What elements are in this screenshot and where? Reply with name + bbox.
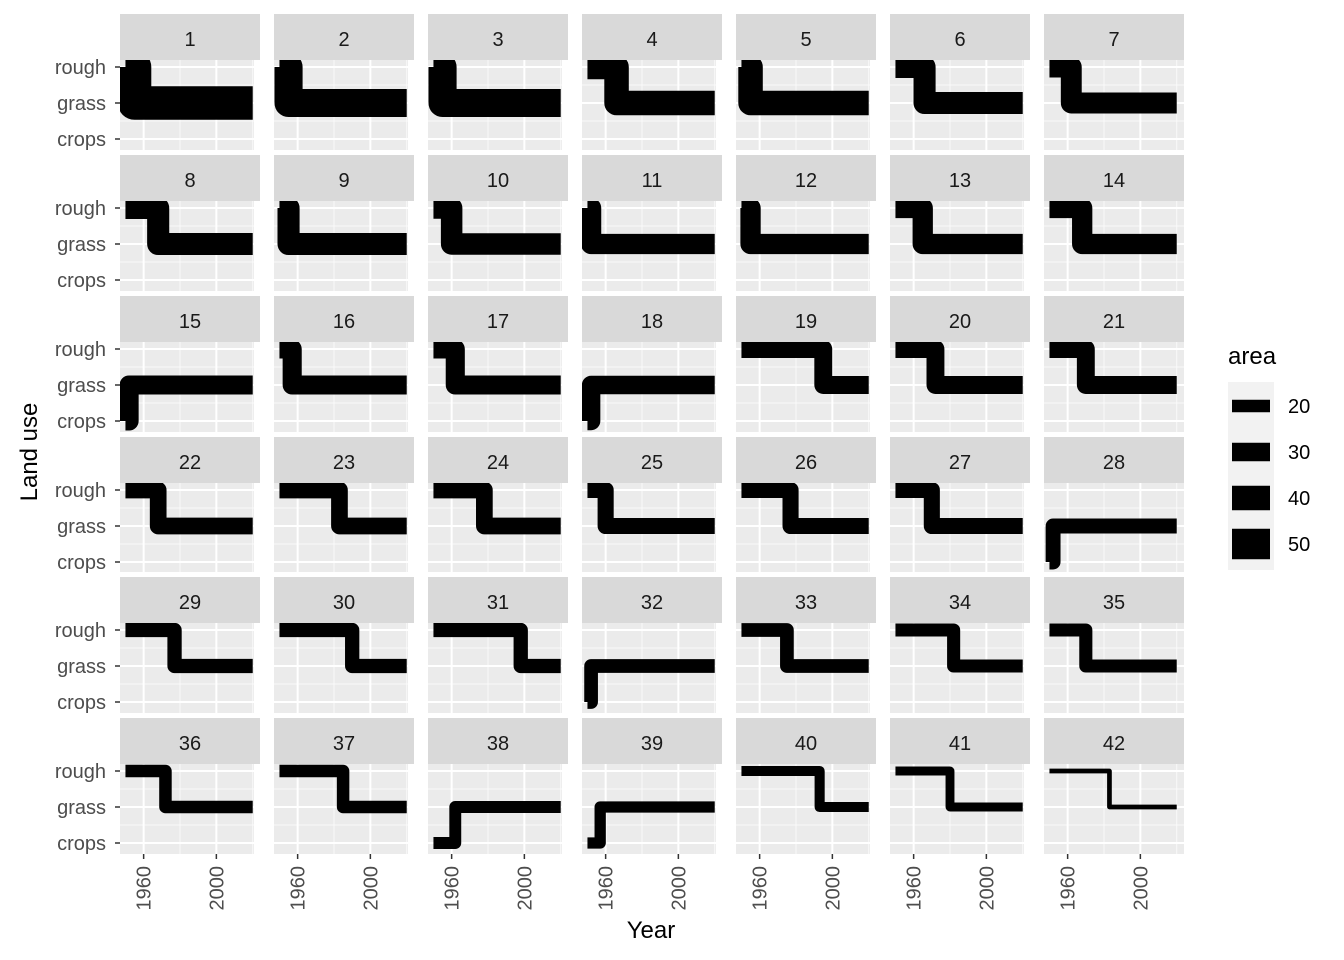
facet-strip-label: 7	[1108, 29, 1119, 51]
y-tick-label: rough	[55, 198, 106, 220]
facet-strip-label: 15	[179, 311, 201, 333]
y-tick-label: rough	[55, 620, 106, 642]
y-tick-label: crops	[57, 692, 106, 714]
x-tick-label: 1960	[442, 866, 464, 911]
facet-strip-label: 9	[338, 170, 349, 192]
facet-strip-label: 29	[179, 592, 201, 614]
facet-strip-label: 23	[333, 452, 355, 474]
x-tick-label: 2000	[668, 866, 690, 911]
y-tick-label: grass	[57, 656, 106, 678]
facet-strip-label: 24	[487, 452, 509, 474]
faceted-chart: 1 2 3 4 5 6 78 9 10 11 12 13 1415 16 17 18 19 20 2122 23 24 2…	[16, 0, 1310, 944]
x-tick-label: 1960	[596, 866, 618, 911]
facet-strip-label: 19	[795, 311, 817, 333]
facet-strip-label: 38	[487, 733, 509, 755]
facet-strip-label: 16	[333, 311, 355, 333]
gap	[100, 432, 1200, 437]
legend-label: 30	[1288, 442, 1310, 464]
x-tick-label: 1960	[1058, 866, 1080, 911]
facet-strip-label: 20	[949, 311, 971, 333]
y-axis-title: Land use	[16, 403, 43, 502]
y-tick-label: grass	[57, 234, 106, 256]
x-tick-label: 2000	[822, 866, 844, 911]
y-tick-label: rough	[55, 57, 106, 79]
gap	[100, 9, 1200, 14]
legend-label: 40	[1288, 488, 1310, 510]
gap	[100, 572, 1200, 577]
y-tick-label: rough	[55, 339, 106, 361]
y-tick-label: rough	[55, 480, 106, 502]
facet-strip-label: 10	[487, 170, 509, 192]
facet-strip-label: 2	[338, 29, 349, 51]
y-tick-label: crops	[57, 129, 106, 151]
x-tick-label: 2000	[976, 866, 998, 911]
x-tick-label: 2000	[360, 866, 382, 911]
x-tick-label: 2000	[1130, 866, 1152, 911]
y-tick-label: grass	[57, 93, 106, 115]
gap	[100, 150, 1200, 155]
facet-strip-label: 4	[646, 29, 657, 51]
facet-strip-label: 39	[641, 733, 663, 755]
facet-strip-label: 28	[1103, 452, 1125, 474]
facet-strip-label: 40	[795, 733, 817, 755]
facet-strip-label: 11	[642, 170, 663, 192]
facet-strip-label: 32	[641, 592, 663, 614]
facet-strip-label: 25	[641, 452, 663, 474]
legend-label: 50	[1288, 534, 1310, 556]
y-tick-label: grass	[57, 797, 106, 819]
facet-strip-label: 13	[949, 170, 971, 192]
facet-strip-label: 35	[1103, 592, 1125, 614]
y-tick-label: crops	[57, 270, 106, 292]
facet-strip-label: 12	[795, 170, 817, 192]
gap	[100, 291, 1200, 296]
facet-strip-label: 8	[184, 170, 195, 192]
facet-strip-label: 34	[949, 592, 971, 614]
gap	[1184, 0, 1214, 860]
x-tick-label: 1960	[750, 866, 772, 911]
y-tick-label: grass	[57, 516, 106, 538]
facet-strip-label: 30	[333, 592, 355, 614]
x-axes: 1960 2000 1960 2000 1960 2000 1960 2000 1960 2000…	[134, 854, 1152, 911]
facet-strip-label: 36	[179, 733, 201, 755]
facet-strip-label: 22	[179, 452, 201, 474]
facet-strip-label: 31	[487, 592, 509, 614]
facet-strip-label: 33	[795, 592, 817, 614]
x-tick-label: 1960	[904, 866, 926, 911]
y-tick-label: grass	[57, 375, 106, 397]
x-tick-label: 2000	[206, 866, 228, 911]
y-tick-label: rough	[55, 761, 106, 783]
legend-title: area	[1228, 343, 1277, 370]
facet-strip-label: 17	[487, 311, 509, 333]
facet-strip-label: 14	[1103, 170, 1125, 192]
x-tick-label: 2000	[514, 866, 536, 911]
facet-strip-label: 5	[800, 29, 811, 51]
y-tick-label: crops	[57, 411, 106, 433]
y-tick-label: crops	[57, 552, 106, 574]
facet-strip-label: 18	[641, 311, 663, 333]
facet-strip-label: 6	[954, 29, 965, 51]
facet-strip-label: 37	[333, 733, 355, 755]
legend-label: 20	[1288, 396, 1310, 418]
gap	[100, 713, 1200, 718]
facet-panels: 1 2 3 4 5 6 78 9 10 11 12 13 1415 16 17 18 19 20 2122 23 24 2…	[100, 0, 1214, 860]
y-tick-label: crops	[57, 833, 106, 855]
facet-strip-label: 1	[184, 29, 195, 51]
x-axis-title: Year	[627, 917, 676, 944]
facet-strip-label: 41	[949, 733, 971, 755]
x-tick-label: 1960	[288, 866, 310, 911]
legend: area 20 30 40 50	[1228, 343, 1310, 570]
facet-strip-label: 3	[492, 29, 503, 51]
facet-strip-label: 26	[795, 452, 817, 474]
x-tick-label: 1960	[134, 866, 156, 911]
gap	[100, 854, 1200, 859]
facet-strip-label: 42	[1103, 733, 1125, 755]
facet-strip-label: 27	[949, 452, 971, 474]
facet-strip-label: 21	[1103, 311, 1125, 333]
